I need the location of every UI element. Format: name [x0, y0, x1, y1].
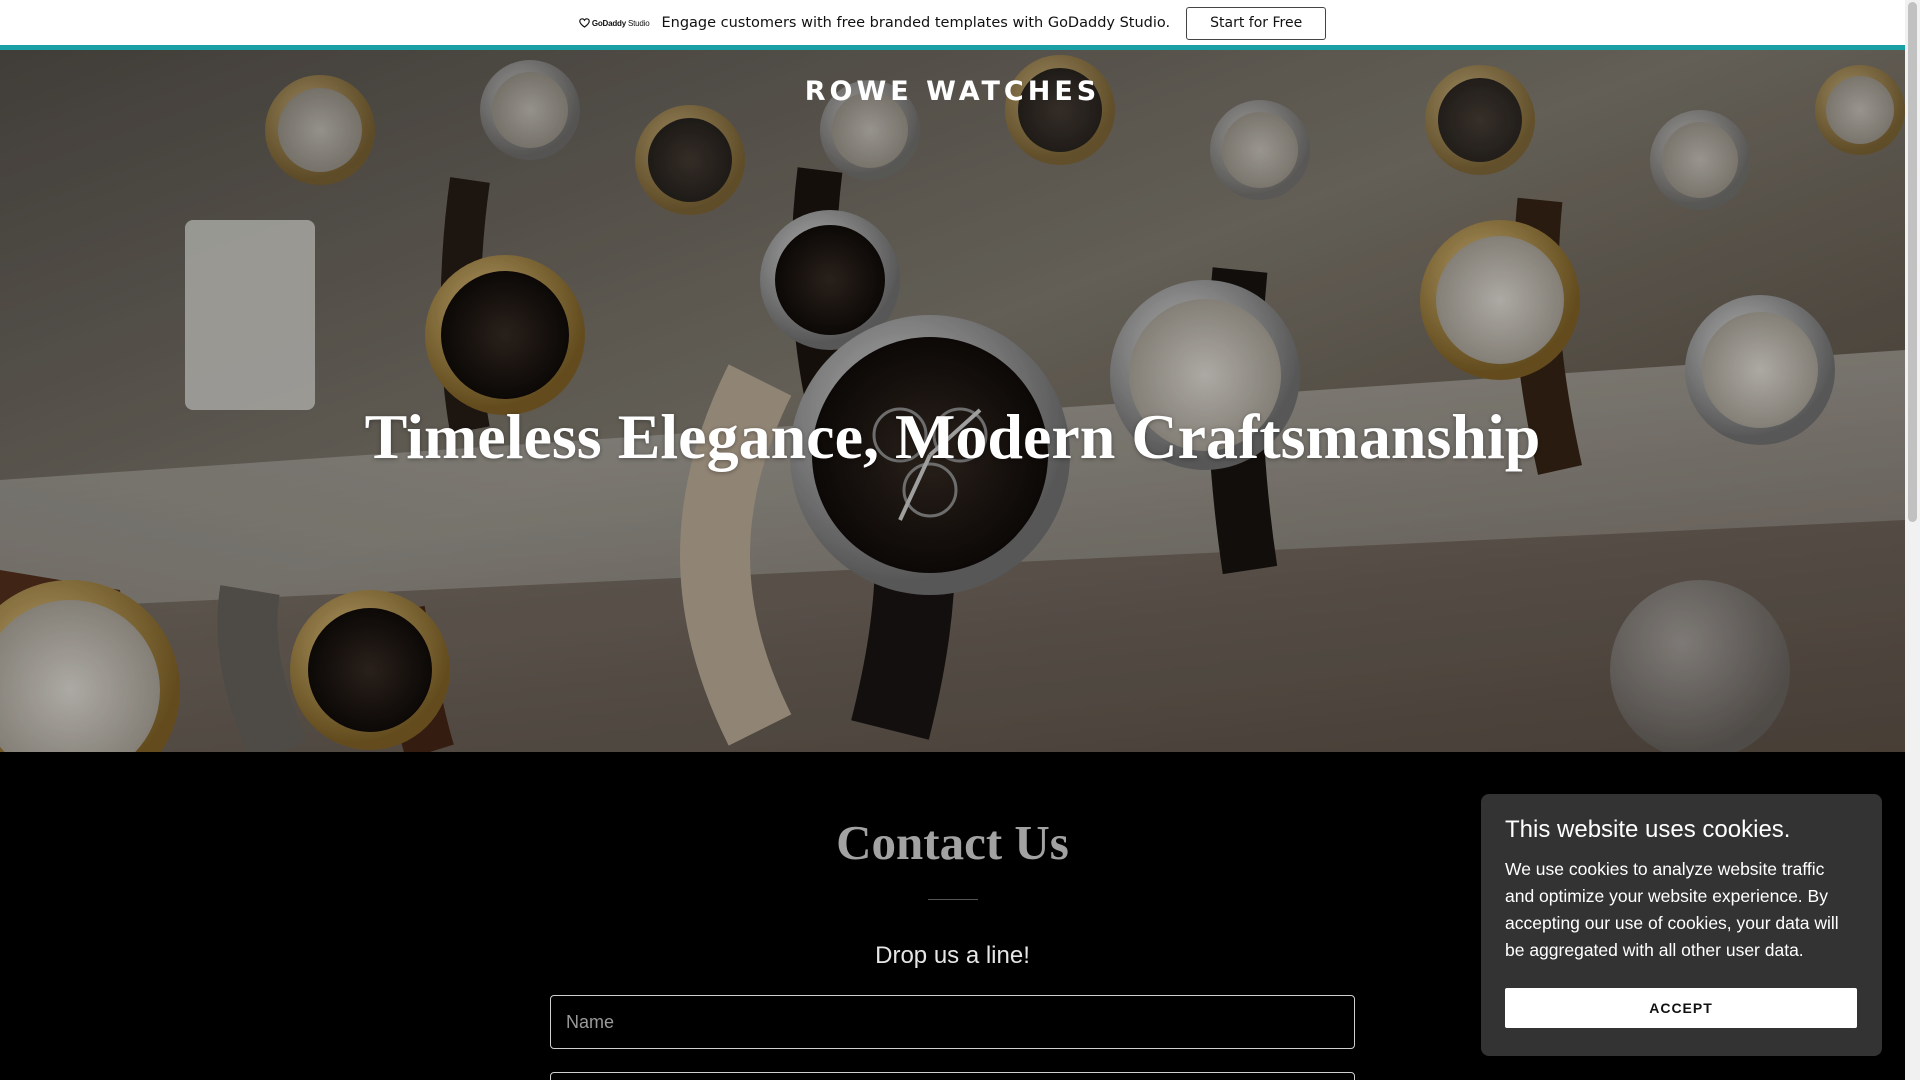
cookie-body: We use cookies to analyze website traffi…: [1505, 859, 1839, 960]
hero-section: ROWE WATCHES Timeless Elegance, Modern C…: [0, 50, 1905, 752]
logo-brand-text: GoDaddy: [591, 18, 626, 28]
scrollbar[interactable]: [1905, 0, 1920, 1080]
logo-product-text: Studio: [627, 18, 650, 28]
email-input[interactable]: [550, 1072, 1355, 1080]
godaddy-heart-icon: [579, 18, 590, 28]
cookie-title: This website uses cookies.: [1505, 816, 1791, 843]
scrollbar-thumb[interactable]: [1908, 2, 1917, 522]
promo-text: Engage customers with free branded templ…: [661, 15, 1171, 31]
name-input[interactable]: [550, 995, 1355, 1049]
hero-heading: Timeless Elegance, Modern Craftsmanship: [364, 401, 1541, 472]
promo-bar: GoDaddy Studio Engage customers with fre…: [0, 0, 1905, 46]
godaddy-studio-logo: GoDaddy Studio: [579, 18, 650, 28]
accept-cookies-button[interactable]: ACCEPT: [1505, 988, 1857, 1028]
cookie-banner: This website uses cookies. We use cookie…: [1481, 794, 1882, 1056]
site-title[interactable]: ROWE WATCHES: [0, 76, 1905, 107]
start-for-free-button[interactable]: Start for Free: [1186, 6, 1327, 40]
contact-divider: [928, 899, 978, 900]
